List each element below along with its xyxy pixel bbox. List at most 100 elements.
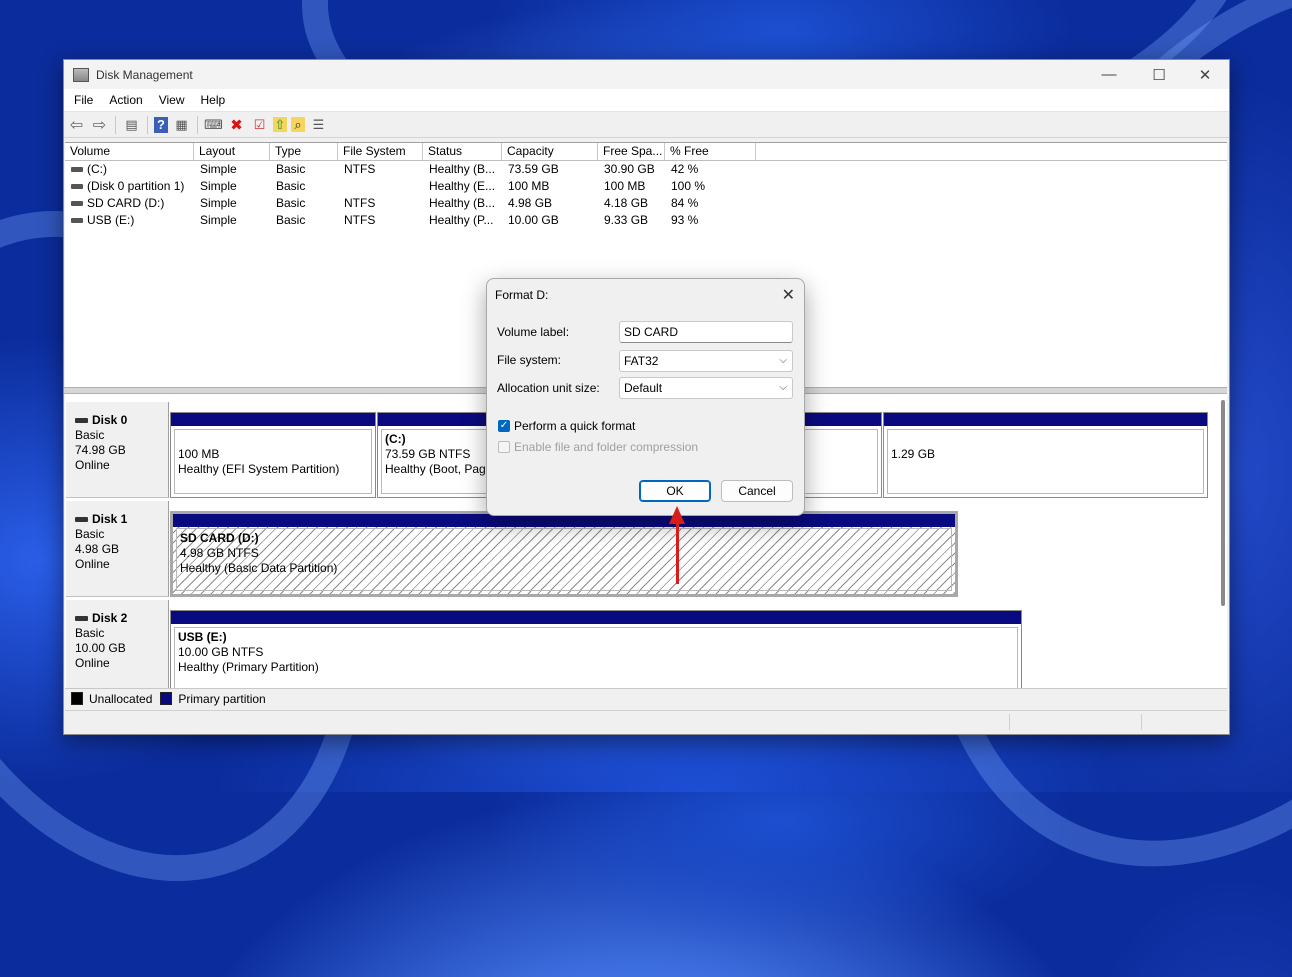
column-percent-free[interactable]: % Free: [665, 143, 756, 160]
cell-percent-free: 42 %: [671, 162, 699, 176]
cell-percent-free: 100 %: [671, 179, 706, 193]
partition-efi[interactable]: 100 MB Healthy (EFI System Partition): [170, 412, 376, 498]
cancel-button[interactable]: Cancel: [721, 480, 793, 502]
maximize-button[interactable]: ☐: [1136, 60, 1182, 89]
menu-bar: File Action View Help: [64, 89, 1229, 112]
volume-icon: [71, 201, 83, 207]
connect-icon[interactable]: ⌨: [204, 115, 223, 134]
disk-state: Online: [75, 458, 110, 472]
menu-file[interactable]: File: [66, 93, 101, 107]
menu-view[interactable]: View: [151, 93, 193, 107]
partition-sd-card[interactable]: SD CARD (D:) 4.98 GB NTFS Healthy (Basic…: [170, 511, 958, 597]
volume-icon: [71, 218, 83, 224]
cell-file-system: [338, 178, 423, 195]
cell-free-space: 4.18 GB: [604, 196, 649, 210]
toolbar-separator: [115, 115, 116, 134]
dialog-title: Format D:: [495, 288, 549, 302]
dialog-close-button[interactable]: ✕: [782, 285, 795, 305]
partition-usb[interactable]: USB (E:) 10.00 GB NTFS Healthy (Primary …: [170, 610, 1022, 688]
quick-format-label[interactable]: Perform a quick format: [514, 419, 635, 433]
column-layout[interactable]: Layout: [194, 143, 270, 160]
partition-size: 1.29 GB: [891, 447, 936, 461]
legend-swatch-primary: [160, 692, 173, 705]
menu-help[interactable]: Help: [193, 93, 234, 107]
title-bar: Disk Management — ☐ ✕: [64, 60, 1229, 89]
disk-type: Basic: [75, 626, 105, 640]
cell-percent-free: 84 %: [671, 196, 699, 210]
delete-icon[interactable]: ✖: [227, 115, 246, 134]
back-icon[interactable]: ⇦: [67, 115, 86, 134]
toolbar-separator: [147, 115, 148, 134]
column-type[interactable]: Type: [270, 143, 338, 160]
settings-list-icon[interactable]: ☰: [309, 115, 328, 134]
column-capacity[interactable]: Capacity: [502, 143, 598, 160]
partition-bar: [171, 611, 1021, 624]
minimize-button[interactable]: —: [1086, 60, 1132, 89]
disk-size: 10.00 GB: [75, 641, 126, 655]
chevron-down-icon: ⌵: [779, 382, 787, 393]
disk-type: Basic: [75, 527, 105, 541]
cell-capacity: 4.98 GB: [508, 196, 553, 210]
allocation-unit-value: Default: [624, 381, 663, 395]
check-icon[interactable]: ☑: [250, 115, 269, 134]
cell-volume: SD CARD (D:): [87, 196, 165, 210]
cell-type: Basic: [276, 213, 306, 227]
allocation-unit-select[interactable]: Default ⌵: [619, 377, 793, 399]
console-tree-icon[interactable]: ▤: [122, 115, 141, 134]
partition-recovery[interactable]: 1.29 GB: [883, 412, 1208, 498]
legend-swatch-unallocated: [71, 692, 83, 705]
partition-status: Healthy (Basic Data Partition): [180, 561, 338, 575]
compression-label: Enable file and folder compression: [514, 440, 699, 454]
legend-primary: Primary partition: [178, 691, 266, 706]
file-system-select[interactable]: FAT32 ⌵: [619, 350, 793, 372]
legend: Unallocated Primary partition: [65, 688, 1227, 708]
quick-format-checkbox[interactable]: ✓: [498, 420, 510, 432]
window-title: Disk Management: [96, 67, 193, 82]
file-system-value: FAT32: [624, 354, 659, 368]
table-row[interactable]: (C:) Simple Basic NTFS Healthy (B... 73.…: [65, 161, 1227, 178]
cell-volume: USB (E:): [87, 213, 135, 227]
disk-info[interactable]: Disk 0 Basic 74.98 GB Online: [66, 402, 169, 498]
cell-layout: Simple: [200, 162, 237, 176]
file-system-label: File system:: [497, 353, 562, 367]
partition-size: 4.98 GB NTFS: [180, 546, 259, 560]
cell-free-space: 100 MB: [604, 179, 646, 193]
table-row[interactable]: (Disk 0 partition 1) Simple Basic Health…: [65, 178, 1227, 195]
cell-percent-free: 93 %: [671, 213, 699, 227]
menu-action[interactable]: Action: [101, 93, 150, 107]
close-button[interactable]: ✕: [1182, 60, 1228, 89]
chevron-down-icon: ⌵: [779, 355, 787, 366]
disk-pane-scrollbar[interactable]: [1221, 400, 1225, 606]
disk-name: Disk 1: [92, 512, 128, 526]
help-icon[interactable]: ?: [154, 116, 168, 133]
forward-icon[interactable]: ⇨: [90, 115, 109, 134]
cell-type: Basic: [276, 196, 306, 210]
partition-title: (C:): [385, 432, 406, 446]
partition-size: 100 MB: [178, 447, 220, 461]
column-status[interactable]: Status: [423, 143, 502, 160]
disk-info[interactable]: Disk 2 Basic 10.00 GB Online: [66, 600, 169, 688]
disk-info[interactable]: Disk 1 Basic 4.98 GB Online: [66, 501, 169, 597]
volume-label-input[interactable]: SD CARD: [619, 321, 793, 343]
properties-icon[interactable]: ▦: [172, 115, 191, 134]
volume-icon: [71, 167, 83, 173]
table-row[interactable]: SD CARD (D:) Simple Basic NTFS Healthy (…: [65, 195, 1227, 212]
status-divider: [1009, 714, 1010, 730]
cell-capacity: 73.59 GB: [508, 162, 559, 176]
cell-layout: Simple: [200, 213, 237, 227]
folder-up-icon[interactable]: ⇧: [273, 117, 287, 132]
table-row[interactable]: USB (E:) Simple Basic NTFS Healthy (P...…: [65, 212, 1227, 229]
cell-file-system: NTFS: [344, 196, 376, 210]
format-dialog: Format D: ✕ Volume label: SD CARD File s…: [486, 278, 805, 516]
column-free-space[interactable]: Free Spa...: [598, 143, 665, 160]
column-file-system[interactable]: File System: [338, 143, 423, 160]
status-bar: [65, 710, 1227, 733]
cell-layout: Simple: [200, 196, 237, 210]
annotation-arrow: [676, 520, 679, 584]
disk-state: Online: [75, 557, 110, 571]
cell-volume: (Disk 0 partition 1): [87, 179, 185, 193]
search-folder-icon[interactable]: ⌕: [291, 117, 305, 132]
column-volume[interactable]: Volume: [65, 143, 194, 160]
ok-button[interactable]: OK: [639, 480, 711, 502]
cell-layout: Simple: [200, 179, 237, 193]
